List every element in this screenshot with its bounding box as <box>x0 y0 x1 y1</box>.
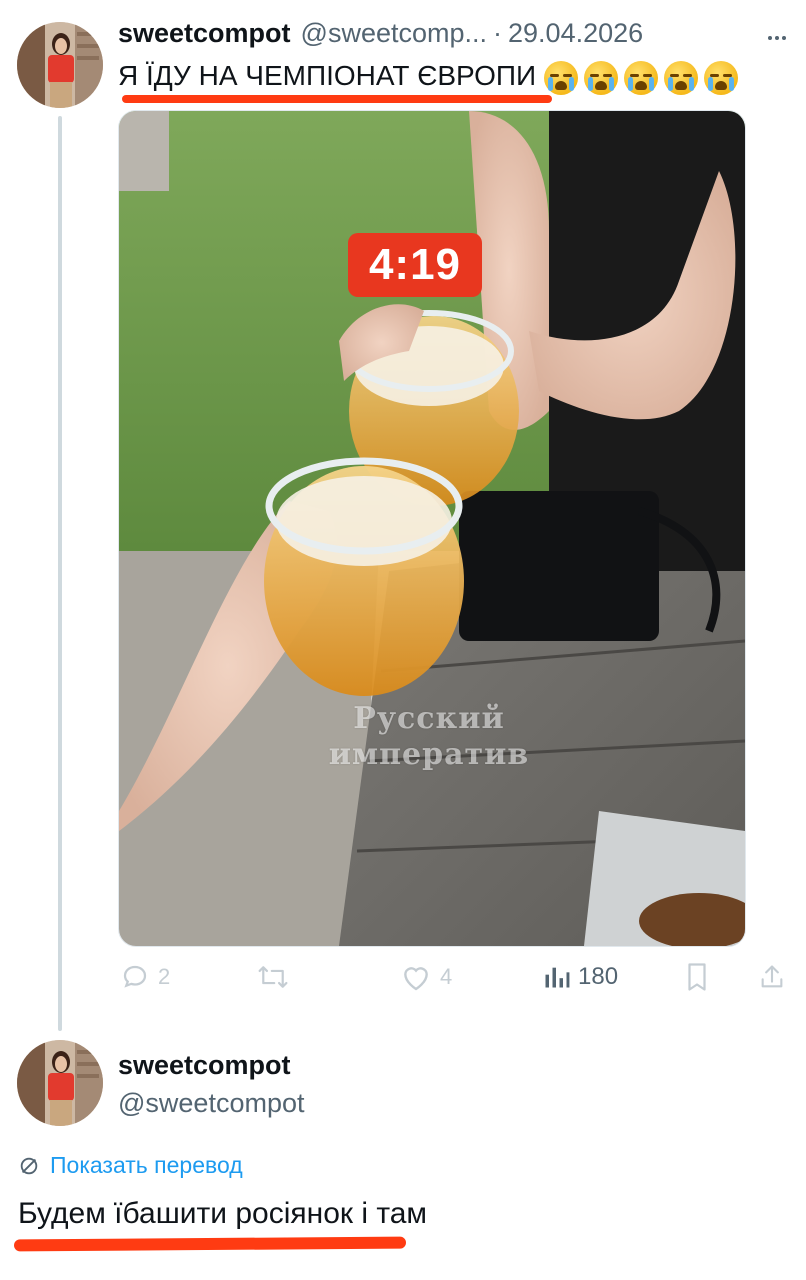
retweet-icon <box>258 966 288 988</box>
display-name[interactable]: sweetcompot <box>118 18 291 49</box>
loudly-crying-face-icon <box>624 60 659 95</box>
display-name[interactable]: sweetcompot <box>118 1050 291 1081</box>
loudly-crying-face-icon <box>704 60 739 95</box>
bar-chart-icon <box>545 967 570 988</box>
user-handle[interactable]: @sweetcompot <box>118 1088 304 1119</box>
reply-count: 2 <box>158 964 171 989</box>
view-count: 180 <box>578 963 619 990</box>
share-button[interactable] <box>758 955 786 999</box>
like-button[interactable]: 4 <box>400 955 452 999</box>
translate-icon <box>20 1157 38 1174</box>
loudly-crying-face-icon <box>544 60 579 95</box>
header-separator: · <box>493 18 503 48</box>
tweet-text: Будем їбашити росіянок і там <box>18 1197 428 1230</box>
bookmark-button[interactable] <box>684 955 710 999</box>
tweet-text-content: Я ЇДУ НА ЧЕМПІОНАТ ЄВРОПИ <box>118 60 537 91</box>
reply-button[interactable]: 2 <box>120 955 170 999</box>
retweet-button[interactable] <box>256 955 298 999</box>
loudly-crying-face-icon <box>664 60 699 95</box>
red-highlight-underline <box>13 1236 407 1252</box>
tweet-action-bar: 2 4 180 <box>118 955 790 999</box>
like-count: 4 <box>440 964 453 989</box>
more-options-icon[interactable] <box>768 36 786 40</box>
reply-icon <box>123 965 147 988</box>
emoji-group <box>544 60 739 95</box>
tweet-text: Я ЇДУ НА ЧЕМПІОНАТ ЄВРОПИ <box>118 58 739 95</box>
timer-badge: 4:19 <box>348 233 482 297</box>
avatar[interactable] <box>17 1040 103 1126</box>
views-button[interactable]: 180 <box>542 955 618 999</box>
avatar-photo <box>17 1040 103 1126</box>
avatar[interactable] <box>17 22 103 108</box>
tweet-header: sweetcompot @sweetcomp... · 29.04.2026 <box>118 18 768 58</box>
watermark-line: императив <box>328 737 530 772</box>
user-handle[interactable]: @sweetcomp... <box>301 18 487 49</box>
thread-connector-line <box>58 116 62 1031</box>
watermark: Русский императив <box>279 701 579 773</box>
bookmark-icon <box>688 963 706 991</box>
heart-icon <box>404 967 428 991</box>
tweet-media-photo[interactable]: 4:19 Русский императив <box>118 110 746 947</box>
watermark-line: Русский <box>353 701 505 736</box>
show-translation-label[interactable]: Показать перевод <box>50 1152 243 1179</box>
loudly-crying-face-icon <box>584 60 619 95</box>
show-translation-link[interactable]: Показать перевод <box>18 1152 243 1179</box>
avatar-photo <box>17 22 103 108</box>
tweet-date[interactable]: 29.04.2026 <box>508 18 643 49</box>
red-highlight-underline <box>122 95 552 103</box>
share-icon <box>761 965 783 988</box>
